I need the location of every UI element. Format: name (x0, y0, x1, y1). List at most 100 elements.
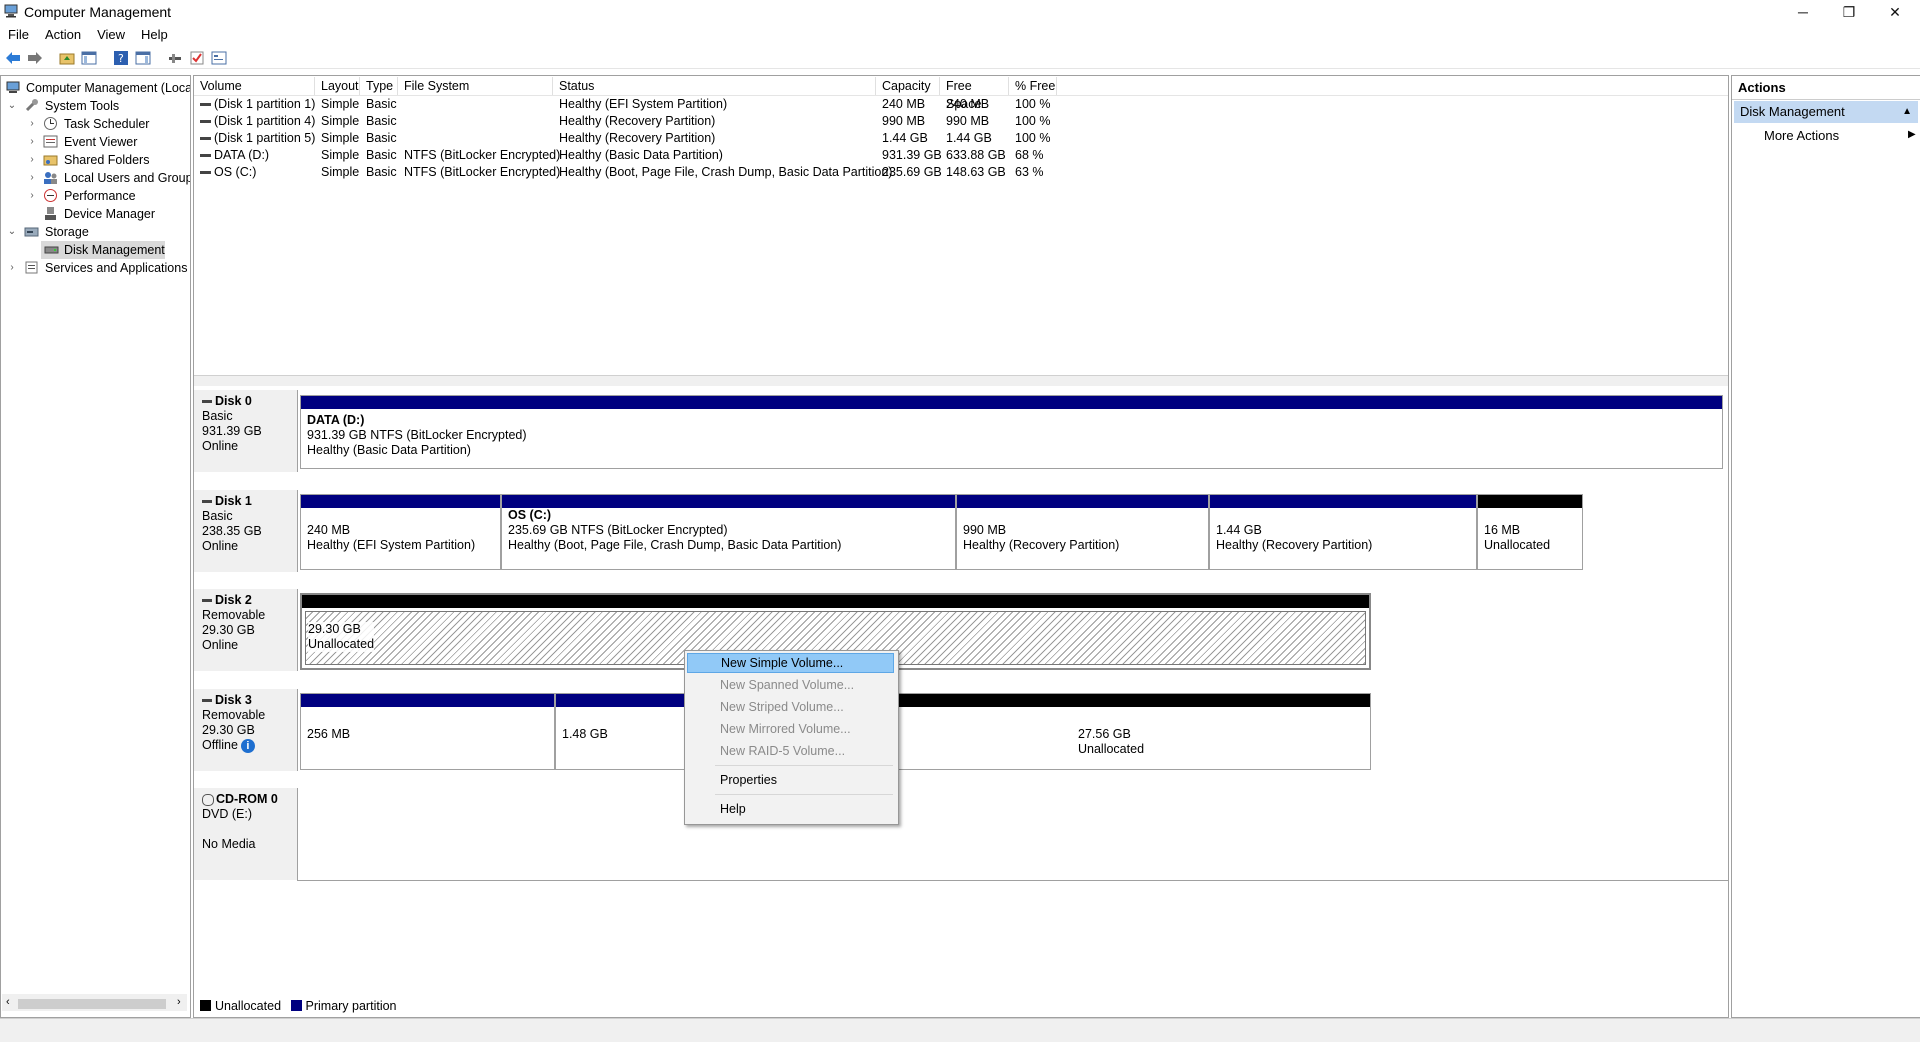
menu-view[interactable]: View (89, 25, 133, 45)
chevron-right-icon[interactable]: › (27, 133, 37, 151)
volume-row[interactable]: (Disk 1 partition 4) Simple Basic Healthy (… (194, 113, 1728, 130)
primary-partition-bar (301, 495, 500, 508)
tree-item-local-users[interactable]: › Local Users and Groups (1, 169, 190, 187)
chevron-right-icon[interactable]: › (7, 259, 17, 277)
scroll-left-icon[interactable]: ‹ (6, 996, 10, 1008)
restore-button[interactable]: ❐ (1826, 0, 1872, 24)
menu-help[interactable]: Help (687, 799, 894, 819)
tree-label: Local Users and Groups (64, 171, 191, 185)
menu-new-simple-volume[interactable]: New Simple Volume... (687, 653, 894, 673)
column-status[interactable]: Status (553, 77, 876, 95)
tools-icon (24, 98, 39, 113)
chevron-down-icon[interactable]: ⌄ (7, 223, 17, 241)
submenu-arrow-icon[interactable]: ▶ (1908, 129, 1916, 140)
volume-row[interactable]: (Disk 1 partition 5) Simple Basic Healthy (… (194, 130, 1728, 147)
check-icon[interactable] (188, 49, 205, 66)
cdrom-0-label[interactable]: CD-ROM 0 DVD (E:) No Media (194, 788, 298, 880)
menu-file[interactable]: File (0, 25, 37, 45)
tree-item-system-tools[interactable]: ⌄ System Tools (1, 97, 190, 115)
chevron-right-icon[interactable]: › (27, 115, 37, 133)
scrollbar-thumb[interactable] (18, 999, 166, 1009)
unallocated-swatch (200, 1000, 211, 1012)
collapse-icon[interactable]: ▲ (1902, 101, 1912, 123)
cell-capacity: 990 MB (882, 114, 926, 128)
help-icon[interactable]: ? (112, 49, 129, 66)
tree-item-computer-management[interactable]: Computer Management (Local (1, 79, 190, 97)
menu-separator (715, 765, 893, 766)
menu-new-mirrored-volume[interactable]: New Mirrored Volume... (687, 719, 894, 739)
actions-pane: Actions Disk Management ▲ More Actions ▶ (1731, 75, 1920, 1018)
tree-item-storage[interactable]: ⌄ Storage (1, 223, 190, 241)
info-icon[interactable]: i (240, 738, 255, 753)
menu-properties[interactable]: Properties (687, 770, 894, 790)
cell-status: Healthy (Boot, Page File, Crash Dump, Ba… (559, 165, 893, 179)
menu-new-raid5-volume[interactable]: New RAID-5 Volume... (687, 741, 894, 761)
legend: Unallocated Primary partition (194, 996, 1728, 1016)
more-actions-link[interactable]: More Actions (1764, 128, 1839, 143)
cell-capacity: 1.44 GB (882, 131, 928, 145)
tree-item-shared-folders[interactable]: › Shared Folders (1, 151, 190, 169)
volume-list-header: Volume Layout Type File System Status Ca… (194, 77, 1728, 111)
close-button[interactable]: ✕ (1872, 0, 1918, 24)
disk-type: Removable (202, 608, 266, 622)
column-file-system[interactable]: File System (398, 77, 553, 95)
menu-action[interactable]: Action (37, 25, 89, 45)
forward-arrow-icon[interactable] (26, 49, 43, 66)
chevron-right-icon[interactable]: › (27, 151, 37, 169)
partition-data-d[interactable]: DATA (D:) 931.39 GB NTFS (BitLocker Encr… (300, 395, 1723, 469)
tree-item-event-viewer[interactable]: › Event Viewer (1, 133, 190, 151)
cell-percent-free: 100 % (1015, 131, 1051, 145)
partition-size: 240 MB (307, 523, 351, 537)
column-capacity[interactable]: Capacity (876, 77, 940, 95)
actions-section-disk-management[interactable]: Disk Management ▲ (1734, 101, 1918, 123)
disk-1-label[interactable]: Disk 1 Basic 238.35 GB Online (194, 490, 298, 572)
menu-help[interactable]: Help (133, 25, 176, 45)
chevron-down-icon[interactable]: ⌄ (7, 97, 17, 115)
column-free-space[interactable]: Free Space (940, 77, 1009, 111)
tree-item-disk-management[interactable]: Disk Management (41, 241, 165, 259)
partition-efi[interactable]: 240 MB Healthy (EFI System Partition) (300, 494, 501, 570)
disk-0-label[interactable]: Disk 0 Basic 931.39 GB Online (194, 390, 298, 472)
pane-splitter[interactable] (194, 375, 1728, 386)
tree-item-performance[interactable]: › Performance (1, 187, 190, 205)
menu-new-spanned-volume[interactable]: New Spanned Volume... (687, 675, 894, 695)
clock-icon (43, 116, 58, 131)
column-type[interactable]: Type (360, 77, 398, 95)
window-title: Computer Management (24, 4, 172, 20)
partition-status: Healthy (Basic Data Partition) (307, 443, 471, 457)
partition-size: 1.44 GB (1216, 523, 1262, 537)
show-hide-action-pane-icon[interactable] (134, 49, 151, 66)
partition-os-c[interactable]: OS (C:) 235.69 GB NTFS (BitLocker Encrypt… (501, 494, 956, 570)
connect-icon[interactable] (166, 49, 183, 66)
tree-label: Disk Management (64, 243, 165, 257)
partition-256mb[interactable]: 256 MB (300, 693, 555, 770)
tree-label: Device Manager (64, 207, 156, 221)
minimize-button[interactable]: ─ (1780, 0, 1826, 24)
disk-3-label[interactable]: Disk 3 Removable 29.30 GB Offline i (194, 689, 298, 771)
disk-size: 29.30 GB (202, 723, 255, 737)
tree-item-services-applications[interactable]: › Services and Applications (1, 259, 190, 277)
partition-unallocated-16mb[interactable]: 16 MB Unallocated (1477, 494, 1583, 570)
volume-row[interactable]: OS (C:) Simple Basic NTFS (BitLocker Encryp… (194, 164, 1728, 181)
chevron-right-icon[interactable]: › (27, 169, 37, 187)
column-volume[interactable]: Volume (194, 77, 315, 95)
up-folder-icon[interactable] (58, 49, 75, 66)
disk-2-label[interactable]: Disk 2 Removable 29.30 GB Online (194, 589, 298, 671)
volume-row[interactable]: (Disk 1 partition 1) Simple Basic Healthy (… (194, 96, 1728, 113)
menu-new-striped-volume[interactable]: New Striped Volume... (687, 697, 894, 717)
show-hide-tree-icon[interactable] (80, 49, 97, 66)
tree-item-task-scheduler[interactable]: › Task Scheduler (1, 115, 190, 133)
properties-icon[interactable] (210, 49, 227, 66)
tree-item-device-manager[interactable]: Device Manager (1, 205, 190, 223)
partition-unallocated-disk3[interactable]: 27.56 GB Unallocated (895, 693, 1371, 770)
partition-status: Unallocated (1484, 538, 1551, 552)
partition-recovery-1[interactable]: 990 MB Healthy (Recovery Partition) (956, 494, 1209, 570)
column-percent-free[interactable]: % Free (1009, 77, 1057, 95)
back-arrow-icon[interactable] (4, 49, 21, 66)
cell-type: Basic (366, 131, 397, 145)
scroll-right-icon[interactable]: › (177, 996, 181, 1008)
volume-row[interactable]: DATA (D:) Simple Basic NTFS (BitLocker Encr… (194, 147, 1728, 164)
column-layout[interactable]: Layout (315, 77, 360, 95)
partition-recovery-2[interactable]: 1.44 GB Healthy (Recovery Partition) (1209, 494, 1477, 570)
chevron-right-icon[interactable]: › (27, 187, 37, 205)
